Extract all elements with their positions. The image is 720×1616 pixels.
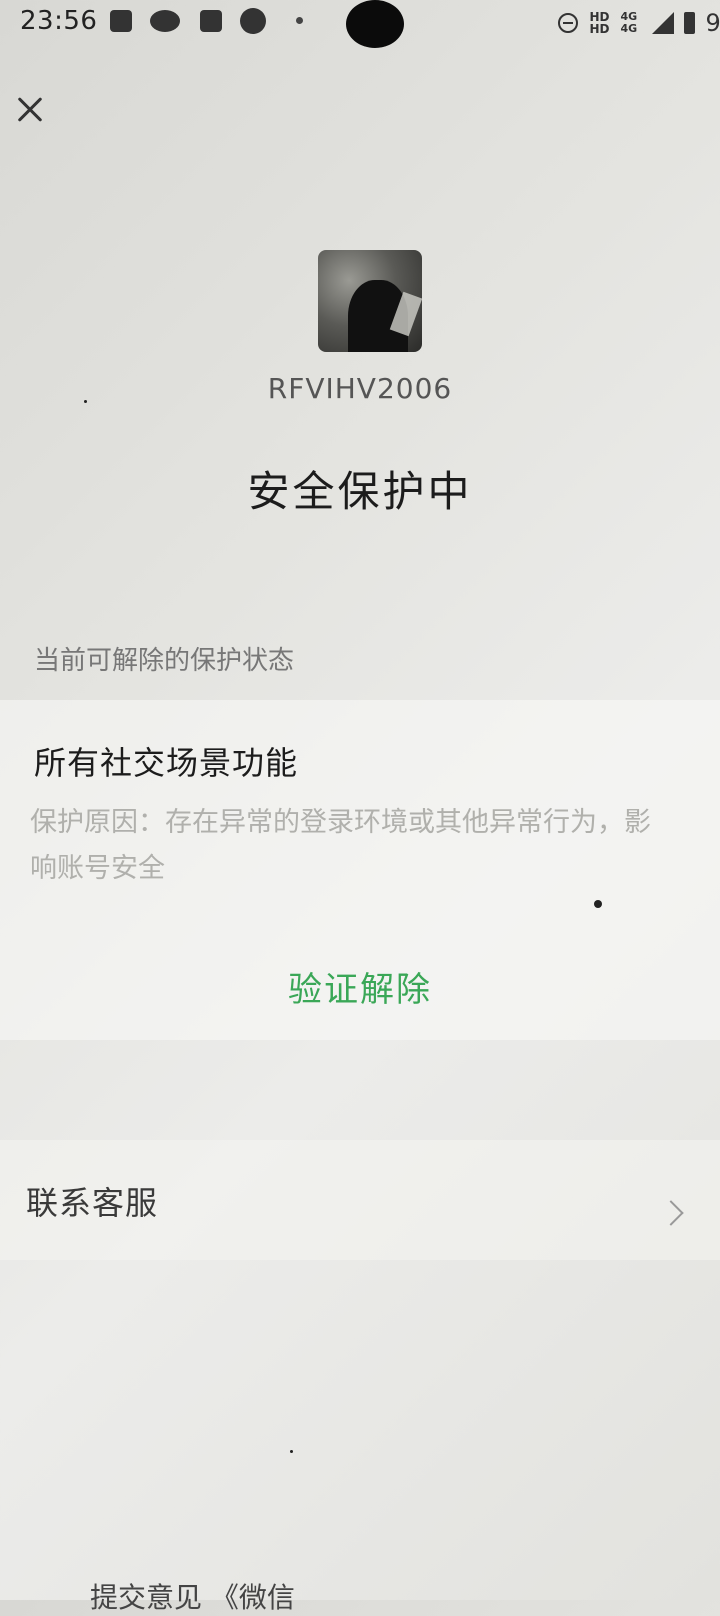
avatar	[318, 250, 422, 352]
status-right: HDHD 4G 4G 95	[558, 6, 720, 40]
contact-support-row[interactable]: 联系客服	[0, 1140, 720, 1260]
network-type: 4G 4G	[620, 11, 642, 35]
battery-icon	[684, 12, 696, 34]
verify-unlock-button[interactable]: 验证解除	[0, 962, 720, 1011]
username: RFVIHV2006	[267, 372, 453, 405]
page-title: 安全保护中	[247, 467, 473, 516]
signal-icon	[652, 12, 675, 34]
screen-speck	[84, 400, 87, 403]
camera-cutout	[346, 0, 404, 48]
screen-speck	[290, 1450, 293, 1453]
network-label-2: 4G	[620, 22, 638, 35]
close-icon[interactable]	[12, 92, 48, 128]
status-time: 23:56	[20, 6, 98, 36]
notification-icon	[110, 10, 132, 32]
section-label: 当前可解除的保护状态	[34, 646, 295, 676]
mail-icon	[200, 10, 222, 32]
protected-feature-title: 所有社交场景功能	[34, 744, 299, 782]
wechat-icon	[150, 10, 180, 32]
screen-speck	[594, 900, 602, 908]
footer-links[interactable]: 提交意见 《微信	[90, 1576, 295, 1616]
hd-icon: HD HD	[589, 10, 610, 36]
app-icon	[240, 8, 266, 34]
battery-level: 95	[705, 9, 720, 37]
chevron-right-icon	[658, 1200, 684, 1226]
contact-support-label: 联系客服	[26, 1184, 159, 1222]
do-not-disturb-icon	[558, 13, 579, 33]
protection-reason: 保护原因：存在异常的登录环境或其他异常行为，影响账号安全	[30, 807, 651, 884]
more-notifications-dot	[296, 17, 303, 24]
status-bar: 23:56 HDHD 4G 4G 95	[0, 0, 720, 48]
